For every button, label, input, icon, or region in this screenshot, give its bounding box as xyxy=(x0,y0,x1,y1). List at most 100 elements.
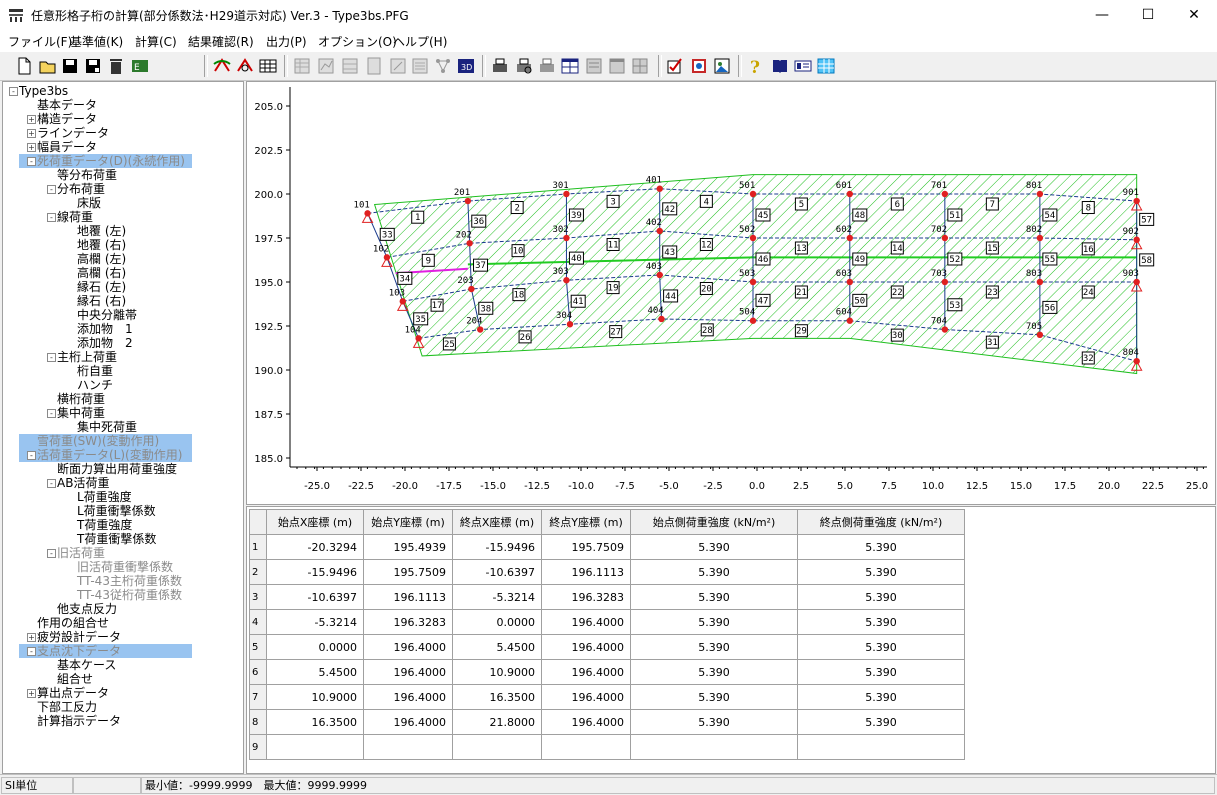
expand-icon[interactable]: + xyxy=(27,115,36,124)
print-icon[interactable] xyxy=(490,56,510,76)
web-icon[interactable] xyxy=(816,56,836,76)
table-cell[interactable]: 5.390 xyxy=(797,609,965,635)
tree-node[interactable]: 支点沈下データ xyxy=(19,644,192,658)
table-cell[interactable]: 196.4000 xyxy=(363,659,453,685)
trash-icon[interactable] xyxy=(106,56,126,76)
tree-node[interactable]: TT-43主桁荷重係数 xyxy=(77,574,182,588)
tree-node[interactable]: 幅員データ xyxy=(37,140,97,154)
column-header[interactable]: 始点X座標 (m) xyxy=(266,509,364,535)
menu-output[interactable]: 出力(P) xyxy=(266,33,307,50)
collapse-icon[interactable]: - xyxy=(47,549,56,558)
table-cell[interactable] xyxy=(541,734,631,760)
table-cell[interactable]: 5.390 xyxy=(797,559,965,585)
table-cell[interactable]: 195.4939 xyxy=(363,534,453,560)
tree-node[interactable]: 旧活荷重 xyxy=(57,546,105,560)
tree-node[interactable]: T荷重強度 xyxy=(77,518,132,532)
table-cell[interactable]: 196.4000 xyxy=(541,659,631,685)
table-cell[interactable]: 5.390 xyxy=(630,659,798,685)
window-list-icon[interactable] xyxy=(584,56,604,76)
about-icon[interactable] xyxy=(793,56,813,76)
table-row[interactable]: 9 xyxy=(249,734,965,760)
check-edit-icon[interactable] xyxy=(665,56,685,76)
table-cell[interactable]: -5.3214 xyxy=(452,584,542,610)
table-cell[interactable]: 5.390 xyxy=(630,684,798,710)
tree-node[interactable]: 他支点反力 xyxy=(57,602,117,616)
table-cell[interactable]: 5.390 xyxy=(630,584,798,610)
expand-icon[interactable]: + xyxy=(27,689,36,698)
collapse-icon[interactable]: - xyxy=(27,157,36,166)
tree-node[interactable]: 縁石 (左) xyxy=(77,280,126,294)
tree-node[interactable]: ハンチ xyxy=(77,378,113,392)
tree-node[interactable]: 断面力算出用荷重強度 xyxy=(57,462,177,476)
collapse-icon[interactable]: - xyxy=(47,409,56,418)
table-row[interactable]: 2 -15.9496 195.7509 -10.6397 196.1113 5.390 5.… xyxy=(249,559,965,585)
table-cell[interactable] xyxy=(452,734,542,760)
table-cell[interactable]: -15.9496 xyxy=(266,559,364,585)
data-tree[interactable]: Type3bs - 基本データ 構造データ + ラインデータ + 幅員データ + 死荷重データ(D… xyxy=(2,81,244,774)
table-cell[interactable]: 5.390 xyxy=(797,709,965,735)
tree-node[interactable]: 主桁上荷重 xyxy=(57,350,117,364)
table-cell[interactable]: 5.390 xyxy=(797,659,965,685)
tree-node[interactable]: 横桁荷重 xyxy=(57,392,105,406)
table-cell[interactable]: 5.390 xyxy=(630,709,798,735)
table-row[interactable]: 7 10.9000 196.4000 16.3500 196.4000 5.390 5.39… xyxy=(249,684,965,710)
table-cell[interactable]: 196.1113 xyxy=(541,559,631,585)
maximize-button[interactable]: ☐ xyxy=(1125,0,1171,30)
tree-node[interactable]: 分布荷重 xyxy=(57,182,105,196)
column-header[interactable]: 始点側荷重強度 (kN/m²) xyxy=(630,509,798,535)
tree-node[interactable]: 地覆 (左) xyxy=(77,224,126,238)
table-cell[interactable]: 5.390 xyxy=(630,609,798,635)
table-cell[interactable]: 5.390 xyxy=(797,584,965,610)
table-cell[interactable]: 196.1113 xyxy=(363,584,453,610)
tree-node[interactable]: 雪荷重(SW)(変動作用) xyxy=(19,434,192,448)
result-table-1-icon[interactable] xyxy=(292,56,312,76)
result-list-icon[interactable] xyxy=(410,56,430,76)
table-cell[interactable]: 5.390 xyxy=(630,534,798,560)
menu-help[interactable]: ヘルプ(H) xyxy=(393,33,447,50)
table-cell[interactable]: -5.3214 xyxy=(266,609,364,635)
table-row[interactable]: 3 -10.6397 196.1113 -5.3214 196.3283 5.390 5.3… xyxy=(249,584,965,610)
tree-node[interactable]: L荷重強度 xyxy=(77,490,132,504)
table-cell[interactable]: 5.390 xyxy=(630,634,798,660)
table-cell[interactable]: 0.0000 xyxy=(266,634,364,660)
open-folder-icon[interactable] xyxy=(38,56,58,76)
table-cell[interactable]: 16.3500 xyxy=(452,684,542,710)
calc-icon[interactable] xyxy=(212,56,232,76)
table-cell[interactable]: 16.3500 xyxy=(266,709,364,735)
table-cell[interactable]: 5.390 xyxy=(797,634,965,660)
tree-node[interactable]: 組合せ xyxy=(57,672,93,686)
table-cell[interactable]: 10.9000 xyxy=(266,684,364,710)
tree-node[interactable]: T荷重衝撃係数 xyxy=(77,532,156,546)
tree-node[interactable]: AB活荷重 xyxy=(57,476,109,490)
tree-node[interactable]: 高欄 (右) xyxy=(77,266,126,280)
tree-node[interactable]: 等分布荷重 xyxy=(57,168,117,182)
menu-results[interactable]: 結果確認(R) xyxy=(188,33,254,50)
table-row[interactable]: 6 5.4500 196.4000 10.9000 196.4000 5.390 5.390 xyxy=(249,659,965,685)
collapse-icon[interactable]: - xyxy=(47,479,56,488)
window-grid-icon[interactable] xyxy=(630,56,650,76)
collapse-icon[interactable]: - xyxy=(47,213,56,222)
expand-icon[interactable]: + xyxy=(27,143,36,152)
tree-node[interactable]: 計算指示データ xyxy=(37,714,121,728)
column-header[interactable]: 終点側荷重強度 (kN/m²) xyxy=(797,509,965,535)
column-header[interactable]: 終点Y座標 (m) xyxy=(541,509,631,535)
table-cell[interactable]: 10.9000 xyxy=(452,659,542,685)
table-cell[interactable]: 196.4000 xyxy=(541,634,631,660)
table-row[interactable]: 8 16.3500 196.4000 21.8000 196.4000 5.390 5.39… xyxy=(249,709,965,735)
tree-node[interactable]: 床版 xyxy=(77,196,101,210)
menu-standard[interactable]: 基準値(K) xyxy=(70,33,123,50)
collapse-icon[interactable]: - xyxy=(47,353,56,362)
tree-node[interactable]: 集中荷重 xyxy=(57,406,105,420)
result-table-2-icon[interactable] xyxy=(340,56,360,76)
menu-options[interactable]: オプション(O) xyxy=(318,33,397,50)
tree-node[interactable]: 高欄 (左) xyxy=(77,252,126,266)
table-cell[interactable]: 196.4000 xyxy=(541,609,631,635)
load-data-grid[interactable]: 始点X座標 (m) 始点Y座標 (m) 終点X座標 (m) 終点Y座標 (m) 始点側荷… xyxy=(246,506,1216,774)
result-edit-icon[interactable] xyxy=(388,56,408,76)
tree-node[interactable]: 集中死荷重 xyxy=(77,420,137,434)
tree-node[interactable]: 地覆 (右) xyxy=(77,238,126,252)
calc-check-icon[interactable] xyxy=(235,56,255,76)
tree-node[interactable]: 作用の組合せ xyxy=(37,616,109,630)
tree-node[interactable]: 算出点データ xyxy=(37,686,109,700)
export-icon[interactable]: E xyxy=(130,56,150,76)
